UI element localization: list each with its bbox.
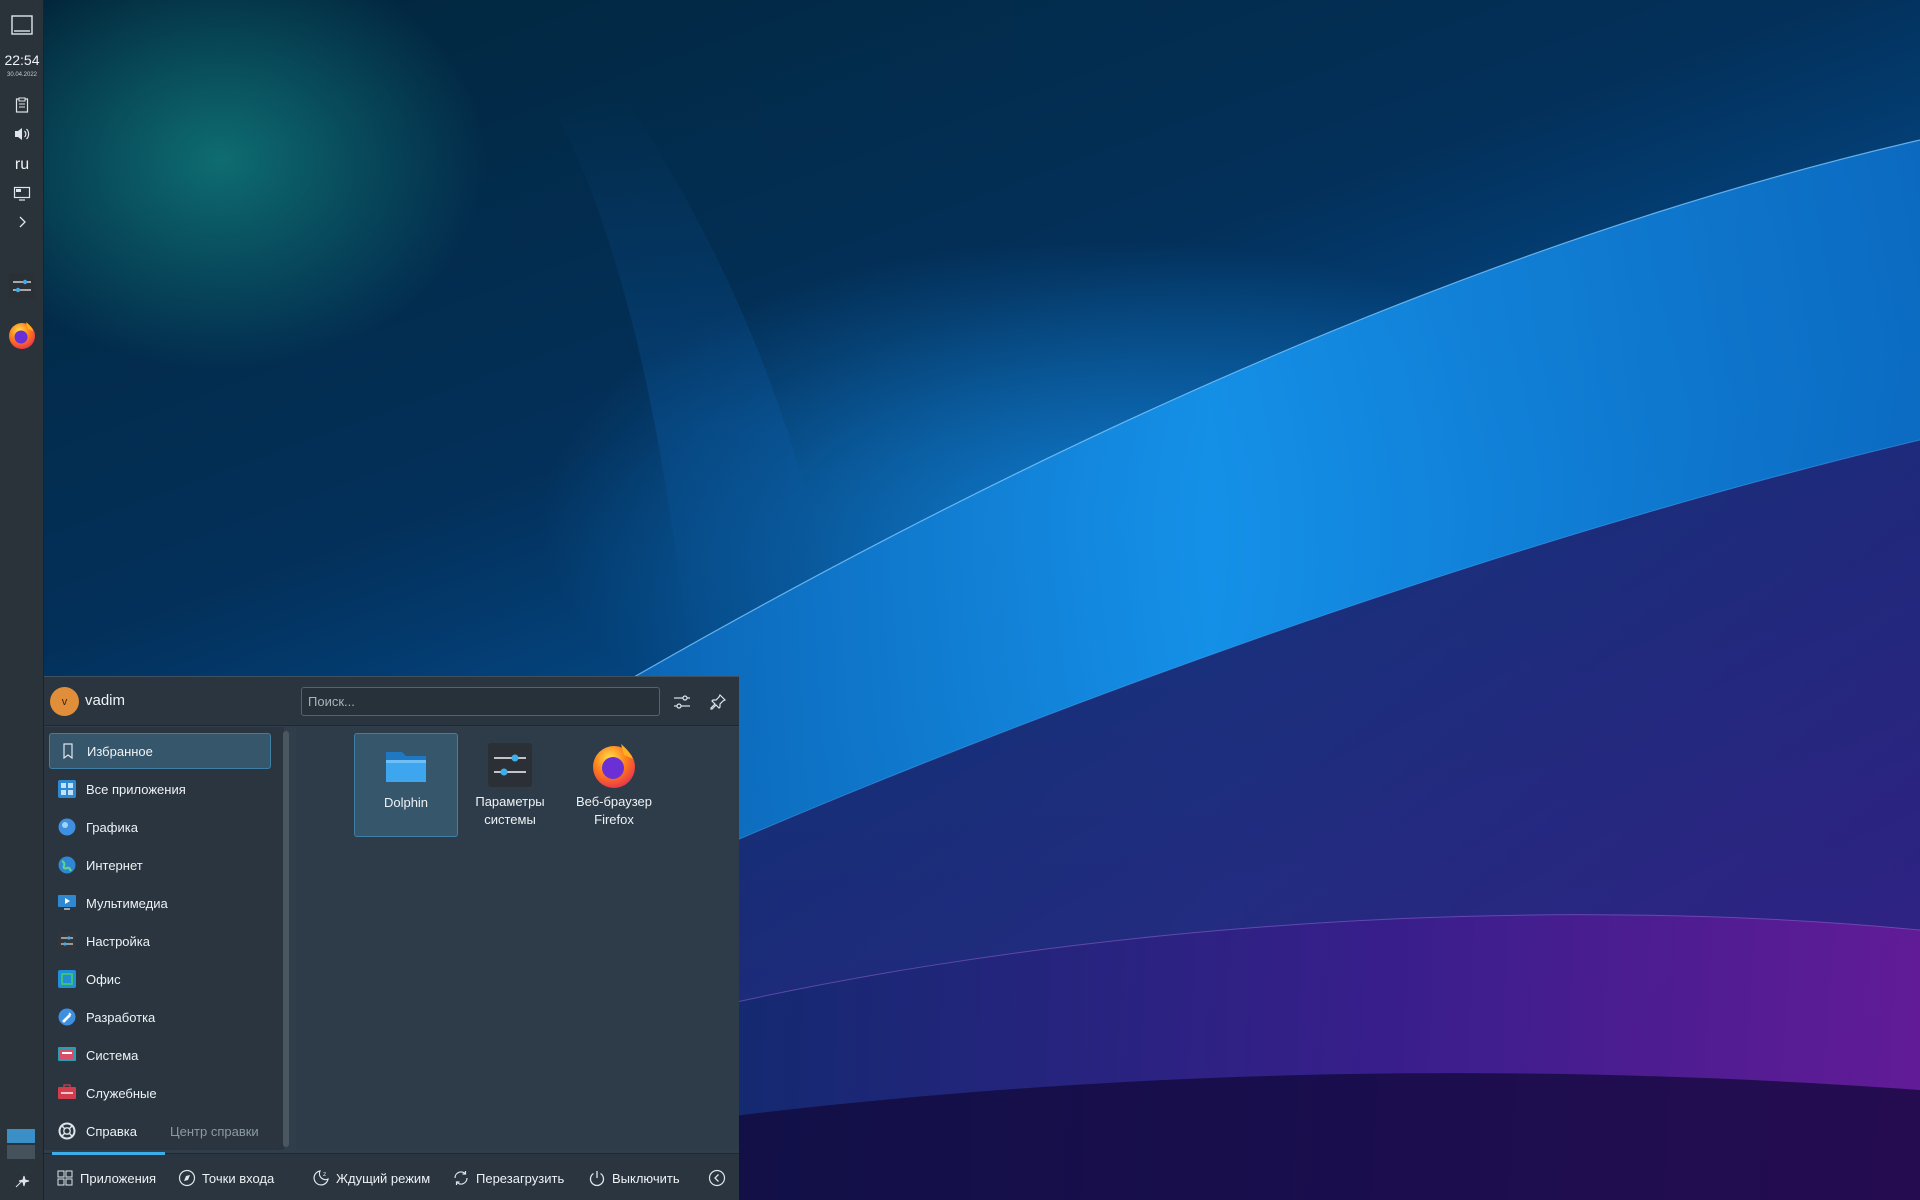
category-label: Справка: [86, 1123, 137, 1139]
bookmark-icon: [58, 741, 78, 761]
app-firefox[interactable]: Веб-браузер Firefox: [562, 733, 666, 837]
applications-grid-icon: [56, 1169, 74, 1187]
application-launcher: v vadim Избранное Все приложения Графика…: [44, 676, 739, 1200]
display-icon[interactable]: [6, 181, 38, 207]
restart-icon: [452, 1169, 470, 1187]
category-label: Мультимедиа: [86, 895, 168, 911]
dolphin-folder-icon: [386, 752, 426, 782]
shutdown-button[interactable]: Выключить: [588, 1167, 680, 1189]
tab-places[interactable]: Точки входа: [178, 1167, 274, 1189]
category-label: Графика: [86, 819, 138, 835]
power-icon: [588, 1169, 606, 1187]
launcher-header: v vadim: [44, 677, 739, 726]
app-system-settings[interactable]: Параметры системы: [458, 733, 562, 837]
category-label: Система: [86, 1047, 139, 1063]
tab-label: Приложения: [80, 1170, 157, 1186]
avatar[interactable]: v: [50, 687, 79, 716]
app-label: Параметры системы: [475, 794, 545, 827]
help-center-label[interactable]: Центр справки: [170, 1124, 259, 1139]
category-label: Служебные: [86, 1085, 157, 1101]
office-icon: [57, 969, 77, 989]
category-development[interactable]: Разработка: [49, 999, 271, 1035]
username: vadim: [85, 692, 126, 709]
internet-icon: [57, 855, 77, 875]
restart-button[interactable]: Перезагрузить: [452, 1167, 564, 1189]
category-scrollbar[interactable]: [283, 731, 289, 1147]
category-office[interactable]: Офис: [49, 961, 271, 997]
development-icon: [57, 1007, 77, 1027]
left-panel: 22:54 30.04.2022 ru: [0, 0, 44, 1200]
clock-date: 30.04.2022: [6, 72, 38, 78]
category-label: Все приложения: [86, 781, 186, 797]
system-icon: [57, 1045, 77, 1065]
category-utilities[interactable]: Служебные: [49, 1075, 271, 1111]
pin-icon[interactable]: [705, 689, 731, 715]
category-label: Офис: [86, 971, 121, 987]
category-label: Интернет: [86, 857, 143, 873]
show-desktop-icon[interactable]: [6, 12, 38, 38]
category-settings[interactable]: Настройка: [49, 923, 271, 959]
graphics-icon: [57, 817, 77, 837]
more-actions-button[interactable]: [708, 1167, 732, 1189]
pager-desktop-2[interactable]: [7, 1145, 35, 1159]
category-label: Разработка: [86, 1009, 156, 1025]
app-label: Веб-браузер Firefox: [575, 794, 653, 827]
sleep-button[interactable]: z Ждущий режим: [312, 1167, 430, 1189]
utilities-icon: [57, 1083, 77, 1103]
app-label: Dolphin: [383, 795, 429, 810]
clipboard-icon[interactable]: [6, 92, 38, 118]
category-all-apps[interactable]: Все приложения: [49, 771, 271, 807]
system-settings-icon: [488, 743, 532, 787]
category-system[interactable]: Система: [49, 1037, 271, 1073]
active-tab-indicator: [52, 1152, 165, 1155]
search-input[interactable]: [301, 687, 660, 716]
settings-icon: [57, 931, 77, 951]
button-label: Перезагрузить: [476, 1170, 565, 1186]
category-multimedia[interactable]: Мультимедиа: [49, 885, 271, 921]
volume-icon[interactable]: [6, 121, 38, 147]
expand-tray-icon[interactable]: [6, 209, 38, 235]
sleep-icon: z: [312, 1169, 330, 1187]
button-label: Выключить: [612, 1170, 680, 1186]
button-label: Ждущий режим: [336, 1170, 431, 1186]
favorites-grid: Dolphin Параметры системы Веб-браузер Fi…: [296, 727, 739, 1150]
keyboard-layout[interactable]: ru: [0, 156, 44, 174]
app-dolphin[interactable]: Dolphin: [354, 733, 458, 837]
compass-icon: [178, 1169, 196, 1187]
category-internet[interactable]: Интернет: [49, 847, 271, 883]
system-settings-icon[interactable]: [6, 270, 38, 302]
firefox-icon: [593, 744, 635, 788]
category-label: Избранное: [87, 743, 153, 759]
category-list: Избранное Все приложения Графика Интерне…: [44, 727, 284, 1150]
all-apps-icon: [57, 779, 77, 799]
multimedia-icon: [57, 893, 77, 913]
category-label: Настройка: [86, 933, 150, 949]
launcher-icon[interactable]: [6, 1168, 38, 1194]
configure-icon[interactable]: [669, 689, 695, 715]
tab-label: Точки входа: [202, 1170, 275, 1186]
firefox-icon[interactable]: [6, 318, 38, 352]
clock-time[interactable]: 22:54: [0, 52, 44, 68]
tab-applications[interactable]: Приложения: [56, 1167, 156, 1189]
category-favorites[interactable]: Избранное: [49, 733, 271, 769]
svg-text:z: z: [323, 1171, 326, 1178]
help-icon: [57, 1121, 77, 1141]
category-graphics[interactable]: Графика: [49, 809, 271, 845]
category-help[interactable]: Справка Центр справки: [49, 1113, 271, 1149]
chevron-left-icon: [708, 1169, 726, 1187]
launcher-footer: Приложения Точки входа z Ждущий режим Пе…: [44, 1152, 739, 1200]
pager-desktop-1[interactable]: [7, 1129, 35, 1143]
